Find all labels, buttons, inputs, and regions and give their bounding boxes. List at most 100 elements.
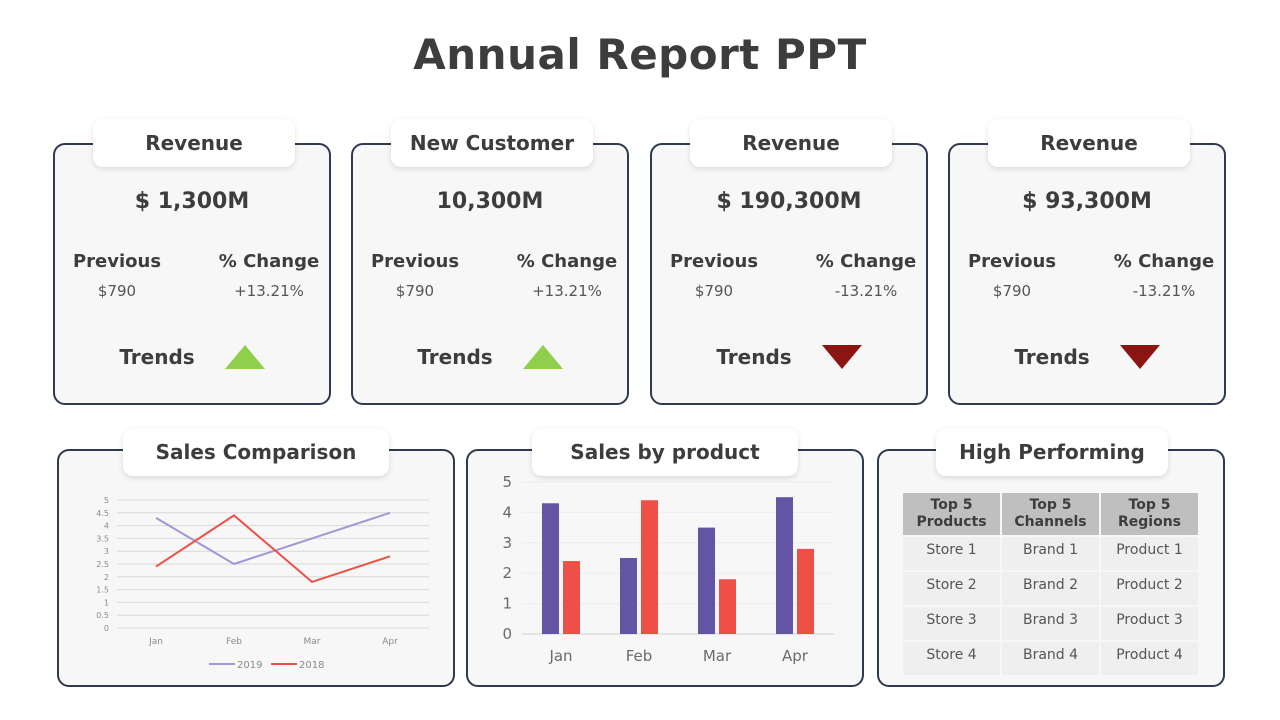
kpi-previous: Previous $790: [57, 251, 177, 300]
header-channels: Top 5 Channels: [1002, 493, 1099, 535]
legend-label-2019: 2019: [237, 660, 262, 671]
trend-label: Trends: [119, 345, 195, 369]
table-cell: Store 3: [903, 607, 1000, 640]
kpi-card-revenue-3: Revenue $ 93,300M Previous $790 % Change -13.…: [948, 119, 1226, 405]
y-tick-label: 1: [502, 595, 512, 613]
table-cell: Store 4: [903, 642, 1000, 675]
bar-apr-1: [776, 497, 793, 634]
change-label: % Change: [815, 251, 917, 272]
y-tick-label: 2: [502, 564, 512, 582]
y-tick-label: 0.5: [96, 611, 109, 620]
table-cell: Store 1: [903, 537, 1000, 570]
table-row: Store 2 Brand 2 Product 2: [903, 572, 1198, 605]
kpi-title: Revenue: [988, 119, 1190, 167]
kpi-card-new-customer: New Customer 10,300M Previous $790 % Change +…: [351, 119, 629, 405]
table-cell: Brand 3: [1002, 607, 1099, 640]
kpi-change: % Change +13.21%: [507, 251, 627, 300]
x-tick-label: Jan: [548, 647, 572, 665]
kpi-change: % Change -13.21%: [806, 251, 926, 300]
page-title: Annual Report PPT: [413, 30, 867, 79]
kpi-trend: Trends: [55, 345, 329, 369]
table-row: Store 1 Brand 1 Product 1: [903, 537, 1198, 570]
sales-by-product-chart: 0 1 2 3 4 5 Jan Feb Mar Apr: [502, 473, 834, 665]
bar-mar-1: [698, 527, 715, 634]
previous-value: $790: [694, 282, 734, 300]
trend-label: Trends: [716, 345, 792, 369]
bar-feb-1: [620, 558, 637, 634]
change-label: % Change: [218, 251, 320, 272]
y-tick-label: 4: [502, 503, 512, 521]
change-value: +13.21%: [532, 282, 602, 300]
bar-feb-2: [641, 500, 658, 634]
table-cell: Product 3: [1101, 607, 1198, 640]
y-tick-label: 3: [104, 547, 109, 556]
bar-jan-2: [563, 561, 580, 634]
table-row: Store 3 Brand 3 Product 3: [903, 607, 1198, 640]
previous-value: $790: [395, 282, 435, 300]
triangle-down-icon: [1119, 345, 1160, 369]
table-cell: Brand 2: [1002, 572, 1099, 605]
x-tick-label: Apr: [782, 647, 809, 665]
high-performing-title: High Performing: [936, 428, 1168, 476]
kpi-value: $ 190,300M: [716, 189, 862, 214]
change-value: -13.21%: [834, 282, 898, 300]
table-cell: Product 2: [1101, 572, 1198, 605]
kpi-trend: Trends: [950, 345, 1224, 369]
previous-value: $790: [992, 282, 1032, 300]
trend-label: Trends: [417, 345, 493, 369]
legend-label-2018: 2018: [299, 660, 324, 671]
kpi-previous: Previous $790: [355, 251, 475, 300]
y-tick-label: 5: [502, 473, 512, 491]
y-tick-label: 4: [104, 522, 109, 531]
previous-label: Previous: [669, 251, 759, 272]
y-tick-label: 3.5: [96, 534, 109, 543]
y-tick-label: 1: [104, 598, 109, 607]
sales-comparison-chart: 0 0.5 1 1.5 2 2.5 3 3.5 4 4.5 5 Jan Feb Mar Apr 2019 201…: [96, 496, 429, 671]
table-cell: Brand 4: [1002, 642, 1099, 675]
kpi-trend: Trends: [353, 345, 627, 369]
kpi-value: $ 93,300M: [1022, 189, 1152, 214]
y-tick-label: 2: [104, 573, 109, 582]
table-row: Store 4 Brand 4 Product 4: [903, 642, 1198, 675]
x-tick-label: Mar: [304, 637, 321, 647]
table-cell: Product 4: [1101, 642, 1198, 675]
sales-by-product-card: Sales by product 0 1 2 3 4 5 Jan Feb Mar Apr: [466, 428, 864, 687]
kpi-title: Revenue: [93, 119, 295, 167]
change-value: -13.21%: [1132, 282, 1196, 300]
bar-apr-2: [797, 548, 814, 634]
kpi-value: 10,300M: [436, 189, 544, 214]
change-label: % Change: [516, 251, 618, 272]
kpi-previous: Previous $790: [952, 251, 1072, 300]
y-tick-label: 5: [104, 496, 109, 505]
x-tick-label: Jan: [148, 637, 163, 647]
change-value: +13.21%: [234, 282, 304, 300]
y-tick-label: 0: [502, 625, 512, 643]
high-performing-table: Top 5 Products Top 5 Channels Top 5 Regi…: [901, 491, 1200, 677]
x-tick-label: Feb: [226, 637, 242, 647]
y-tick-label: 2.5: [96, 560, 109, 569]
kpi-card-revenue-2: Revenue $ 190,300M Previous $790 % Change -13…: [650, 119, 928, 405]
kpi-value: $ 1,300M: [134, 189, 250, 214]
bar-mar-2: [719, 579, 736, 634]
previous-label: Previous: [72, 251, 162, 272]
table-header-row: Top 5 Products Top 5 Channels Top 5 Regi…: [903, 493, 1198, 535]
y-tick-label: 1.5: [96, 586, 109, 595]
kpi-title: New Customer: [391, 119, 593, 167]
previous-value: $790: [97, 282, 137, 300]
kpi-card-revenue: Revenue $ 1,300M Previous $790 % Change +13.2…: [53, 119, 331, 405]
x-tick-label: Apr: [382, 637, 398, 647]
kpi-change: % Change +13.21%: [209, 251, 329, 300]
high-performing-card: High Performing Top 5 Products Top 5 Cha…: [877, 428, 1225, 687]
change-label: % Change: [1113, 251, 1215, 272]
table-cell: Store 2: [903, 572, 1000, 605]
bar-jan-1: [542, 503, 559, 634]
header-products: Top 5 Products: [903, 493, 1000, 535]
y-tick-label: 4.5: [96, 509, 109, 518]
triangle-up-icon: [522, 345, 563, 369]
x-tick-label: Mar: [703, 647, 732, 665]
kpi-previous: Previous $790: [654, 251, 774, 300]
table-cell: Brand 1: [1002, 537, 1099, 570]
previous-label: Previous: [967, 251, 1057, 272]
header-regions: Top 5 Regions: [1101, 493, 1198, 535]
sales-comparison-card: Sales Comparison 0 0.5 1 1.5 2 2.5 3 3.5 4 4.5 5 Ja…: [57, 428, 455, 687]
